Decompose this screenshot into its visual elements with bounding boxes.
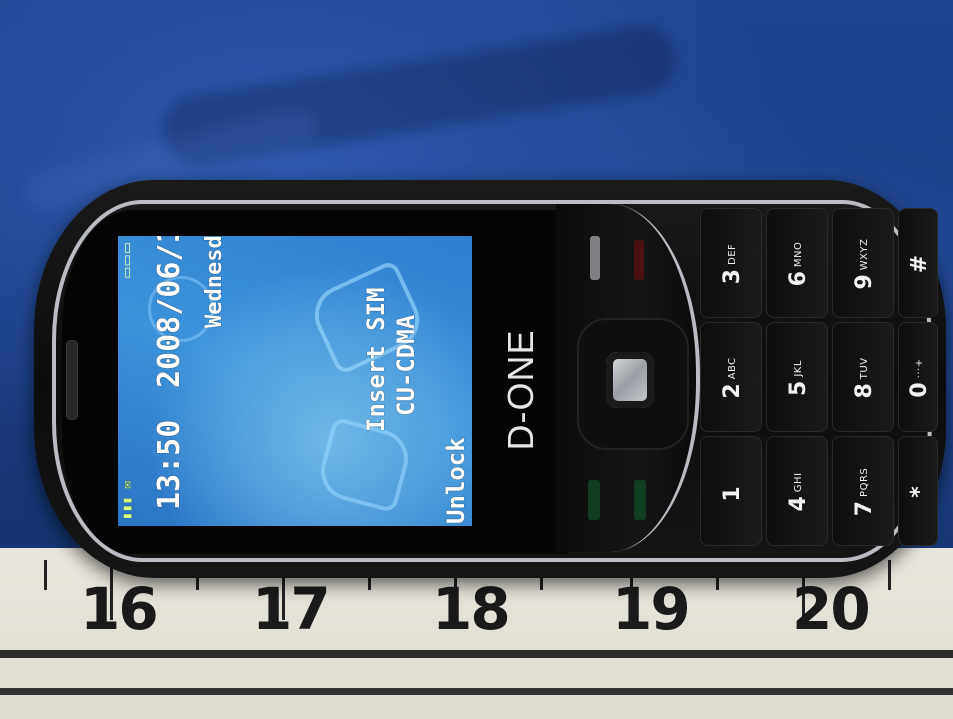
key-digit: 7	[851, 500, 877, 517]
key-letters: ···+	[913, 358, 925, 379]
key-0[interactable]: 0 ···+	[898, 322, 938, 432]
key-2[interactable]: 2 ABC	[700, 322, 762, 432]
key-3[interactable]: 3 DEF	[700, 208, 762, 318]
ruler-number: 16	[80, 575, 159, 643]
ruler-number: 18	[432, 575, 511, 643]
key-letters: ABC	[726, 357, 738, 380]
photo-scene: 16 17 18 19 20 ▮▮▮ ✉ ▭▭▭ 13:50 2008/06/1…	[0, 0, 953, 719]
end-call-button[interactable]	[634, 240, 644, 280]
clock-date: 2008/06/11	[152, 236, 187, 388]
ruler-tick	[44, 560, 47, 590]
key-digit: 2	[719, 383, 745, 399]
key-digit: 5	[785, 380, 811, 396]
signal-status-icons: ▮▮▮ ✉	[120, 480, 135, 520]
key-5[interactable]: 5 JKL	[766, 322, 828, 432]
key-8[interactable]: 8 TUV	[832, 322, 894, 432]
brand-logo: D-ONE	[496, 300, 546, 480]
ruler-stripe	[0, 688, 953, 695]
brand-text: D-ONE	[500, 329, 541, 451]
call-button[interactable]	[588, 480, 600, 520]
key-letters: PQRS	[858, 467, 870, 497]
key-letters: MNO	[792, 241, 804, 268]
screen-content: ▮▮▮ ✉ ▭▭▭ 13:50 2008/06/11 Wednesday Ins…	[118, 236, 472, 526]
ruler-stripe	[0, 650, 953, 658]
left-softkey-button[interactable]	[590, 236, 600, 280]
key-letters: JKL	[792, 360, 804, 377]
key-digit: 3	[719, 268, 745, 285]
ruler-number: 17	[252, 575, 331, 643]
network-name: CU-CDMA	[392, 314, 420, 416]
ruler-tick	[888, 560, 891, 590]
numeric-keypad: 3 DEF 2 ABC 1 6 MNO 5 JKL 4 GHI 9 WXYZ 8 TUV 7 P…	[700, 208, 896, 548]
unlock-softkey-label: Unlock	[442, 437, 470, 524]
key-digit: 9	[851, 274, 877, 290]
key-digit: 6	[785, 271, 811, 287]
key-digit: 1	[719, 486, 745, 502]
key-7[interactable]: 7 PQRS	[832, 436, 894, 546]
ruler-number: 19	[612, 575, 691, 643]
key-digit: 0	[906, 382, 932, 398]
key-letters: TUV	[858, 357, 870, 380]
clock-time: 13:50	[152, 419, 187, 510]
clock-weekday: Wednesday	[202, 236, 227, 328]
sim-message: Insert SIM	[362, 287, 390, 433]
ruler-number: 20	[792, 575, 871, 643]
ok-button[interactable]	[606, 352, 654, 408]
key-letters: GHI	[792, 472, 804, 493]
key-4[interactable]: 4 GHI	[766, 436, 828, 546]
phone-screen: ▮▮▮ ✉ ▭▭▭ 13:50 2008/06/11 Wednesday Ins…	[118, 236, 472, 526]
earpiece-speaker	[66, 340, 78, 420]
key-9[interactable]: 9 WXYZ	[832, 208, 894, 318]
key-letters: WXYZ	[858, 238, 870, 271]
key-star[interactable]: *	[898, 436, 938, 546]
key-6[interactable]: 6 MNO	[766, 208, 828, 318]
key-digit: 4	[785, 496, 811, 512]
key-digit: #	[906, 254, 932, 274]
key-1[interactable]: 1	[700, 436, 762, 546]
key-hash[interactable]: #	[898, 208, 938, 318]
battery-icon: ▭▭▭	[120, 242, 135, 279]
call-button-secondary[interactable]	[634, 480, 646, 520]
key-digit: *	[906, 486, 932, 498]
key-digit: 8	[851, 383, 877, 399]
key-letters: DEF	[726, 243, 738, 265]
